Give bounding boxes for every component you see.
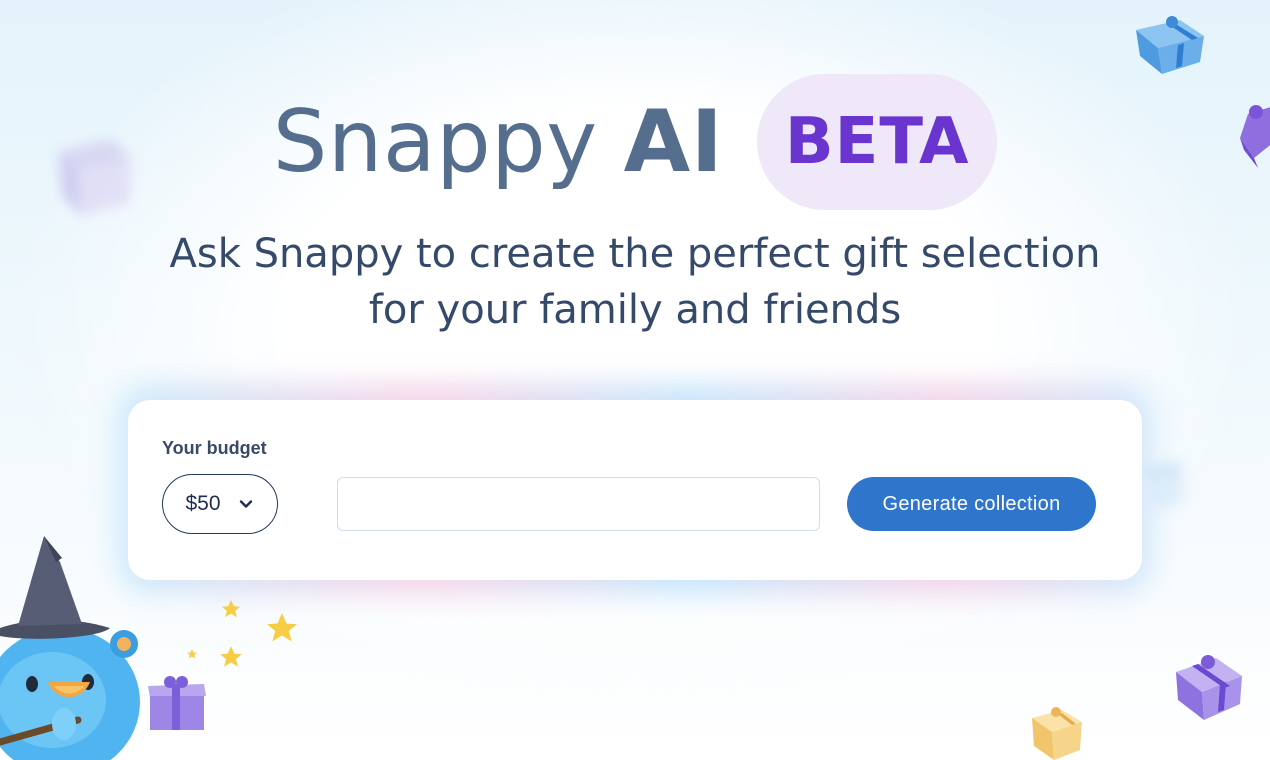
budget-dropdown[interactable]: $50 [162, 474, 278, 534]
budget-value: $50 [185, 492, 221, 515]
beta-badge: BETA [757, 74, 998, 210]
budget-label: Your budget [162, 438, 267, 458]
star-icon [267, 613, 297, 642]
star-icon [221, 599, 241, 618]
star-icon [187, 649, 197, 659]
star-icon [220, 646, 242, 667]
generator-card: Your budget $50 Generate collection [128, 400, 1142, 580]
title-ai: AI [623, 92, 724, 192]
hero-subtitle: Ask Snappy to create the perfect gift se… [0, 226, 1270, 338]
subtitle-line-2: for your family and friends [368, 287, 902, 333]
gift-box-icon [1136, 16, 1204, 74]
gift-box-icon [148, 676, 206, 730]
hero-title: Snappy AI BETA [0, 74, 1270, 210]
gift-box-icon [1032, 707, 1082, 760]
wizard-mascot [0, 536, 140, 760]
subtitle-line-1: Ask Snappy to create the perfect gift se… [169, 231, 1101, 277]
generate-collection-button[interactable]: Generate collection [847, 477, 1096, 531]
chevron-down-icon [239, 500, 252, 508]
gift-box-icon [1176, 655, 1242, 720]
prompt-input[interactable] [337, 477, 820, 531]
title-snappy: Snappy [272, 92, 598, 192]
